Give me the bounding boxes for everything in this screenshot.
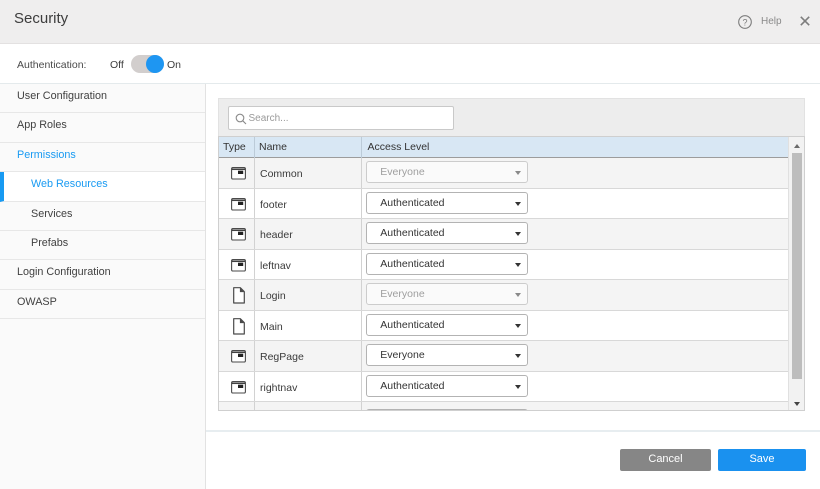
svg-text:?: ? (742, 17, 747, 27)
